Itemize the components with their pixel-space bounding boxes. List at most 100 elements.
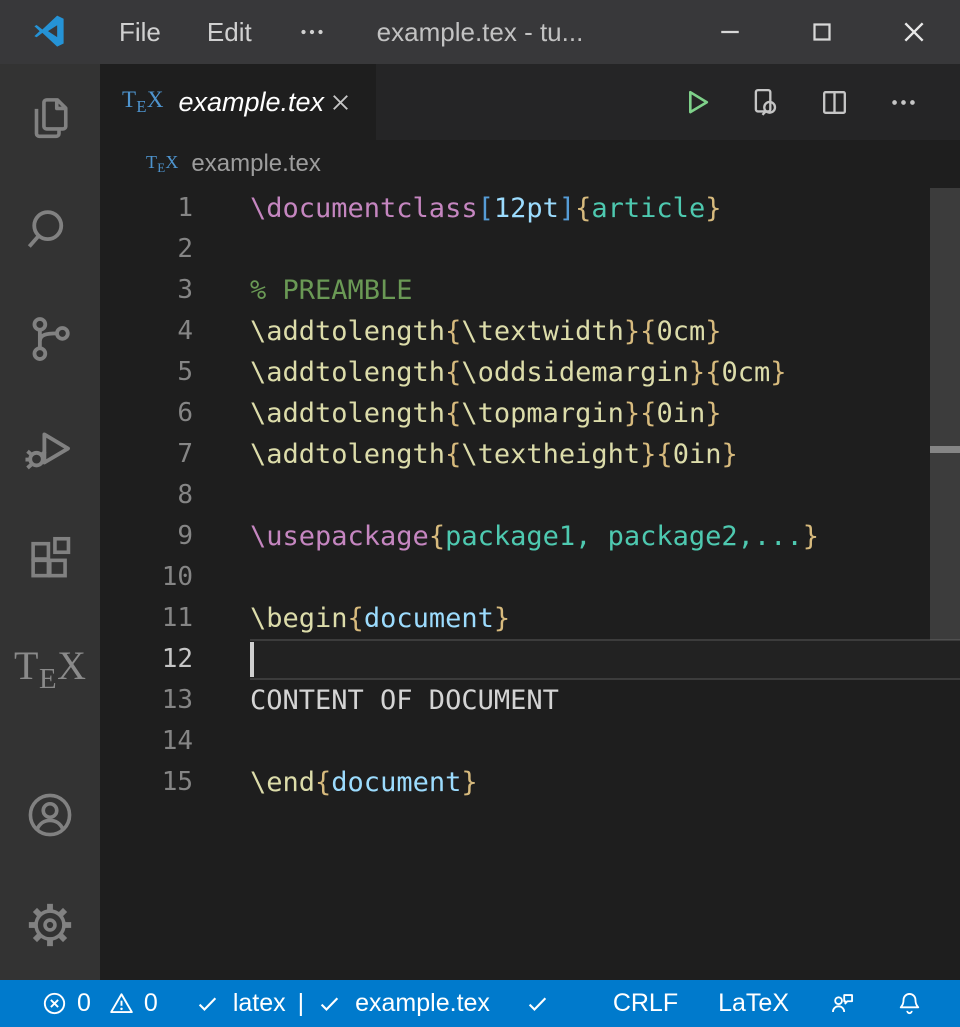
more-actions-icon[interactable] <box>887 86 920 119</box>
sidebar-item-run-debug[interactable] <box>0 394 100 504</box>
code-line[interactable]: 7 \addtolength{\textheight}{0in} <box>100 434 960 475</box>
feedback-icon <box>829 990 856 1017</box>
line-number[interactable]: 4 <box>100 311 193 352</box>
search-icon <box>23 202 77 256</box>
eol-indicator[interactable]: CRLF <box>602 980 689 1027</box>
code-line[interactable]: 15 \end{document} <box>100 762 960 803</box>
line-number[interactable]: 10 <box>100 557 193 598</box>
line-content: % PREAMBLE <box>250 270 413 311</box>
sidebar-item-source-control[interactable] <box>0 284 100 394</box>
tex-icon: TEX <box>14 642 86 695</box>
scrollbar[interactable] <box>930 188 960 980</box>
sidebar-item-accounts[interactable] <box>0 760 100 870</box>
tab-bar: TEX example.tex <box>100 64 960 140</box>
problems-status[interactable]: 0 0 <box>30 980 169 1027</box>
code-line[interactable]: 12 <box>100 639 960 680</box>
code-line[interactable]: 2 <box>100 229 960 270</box>
tex-file-icon: TEX <box>122 87 163 117</box>
line-number[interactable]: 15 <box>100 762 193 803</box>
sidebar-item-explorer[interactable] <box>0 64 100 174</box>
menu-file[interactable]: File <box>96 0 184 64</box>
activity-bar: TEX <box>0 64 100 980</box>
line-number[interactable]: 8 <box>100 475 193 516</box>
line-number[interactable]: 2 <box>100 229 193 270</box>
line-content: \end{document} <box>250 762 478 803</box>
line-content: \addtolength{\textwidth}{0cm} <box>250 311 721 352</box>
files-icon <box>23 92 77 146</box>
breadcrumb-file[interactable]: example.tex <box>191 150 320 178</box>
code-line[interactable]: 8 <box>100 475 960 516</box>
code-editor[interactable]: 1\documentclass[12pt]{article}23 % PREAMB… <box>100 188 960 980</box>
language-mode[interactable]: LaTeX <box>707 980 800 1027</box>
code-line[interactable]: 14 <box>100 721 960 762</box>
title-bar: File Edit example.tex - tu... <box>0 0 960 64</box>
line-content: \addtolength{\textheight}{0in} <box>250 434 738 475</box>
overview-ruler-cursor-marker <box>930 446 960 453</box>
build-status[interactable] <box>513 980 562 1027</box>
line-content: \usepackage{package1, package2,...} <box>250 516 819 557</box>
split-editor-icon[interactable] <box>818 86 851 119</box>
run-build-icon[interactable] <box>680 86 713 119</box>
line-number[interactable]: 13 <box>100 680 193 721</box>
code-line[interactable]: 3 % PREAMBLE <box>100 270 960 311</box>
line-number[interactable]: 9 <box>100 516 193 557</box>
line-number[interactable]: 1 <box>100 188 193 229</box>
close-tab-icon[interactable] <box>327 89 354 116</box>
sidebar-item-latex-workshop[interactable]: TEX <box>0 614 100 724</box>
editor-group: TEX example.tex <box>100 64 960 980</box>
gear-icon <box>23 898 77 952</box>
linter-name: latex <box>233 989 286 1018</box>
breadcrumb[interactable]: TEX example.tex <box>100 140 960 188</box>
text-cursor <box>250 642 254 677</box>
menu-edit[interactable]: Edit <box>184 0 275 64</box>
code-line[interactable]: 13 CONTENT OF DOCUMENT <box>100 680 960 721</box>
code-line[interactable]: 11\begin{document} <box>100 598 960 639</box>
line-content: CONTENT OF DOCUMENT <box>250 680 559 721</box>
code-line[interactable]: 9 \usepackage{package1, package2,...} <box>100 516 960 557</box>
code-line[interactable]: 10 <box>100 557 960 598</box>
editor-actions <box>680 64 960 140</box>
sidebar-item-extensions[interactable] <box>0 504 100 614</box>
warning-icon <box>108 990 135 1017</box>
check-icon <box>524 990 551 1017</box>
line-number[interactable]: 11 <box>100 598 193 639</box>
code-line[interactable]: 6 \addtolength{\topmargin}{0in} <box>100 393 960 434</box>
linter-status[interactable]: latex | example.tex <box>183 980 501 1027</box>
tab-label: example.tex <box>178 87 324 118</box>
view-pdf-preview-icon[interactable] <box>749 86 782 119</box>
source-control-icon <box>23 312 77 366</box>
warning-count: 0 <box>144 989 158 1018</box>
line-number[interactable]: 3 <box>100 270 193 311</box>
error-count: 0 <box>77 989 91 1018</box>
minimize-button[interactable] <box>684 0 776 64</box>
line-number[interactable]: 14 <box>100 721 193 762</box>
bell-icon <box>896 990 923 1017</box>
sidebar-item-settings[interactable] <box>0 870 100 980</box>
scrollbar-slider[interactable] <box>930 188 960 640</box>
line-content: \addtolength{\topmargin}{0in} <box>250 393 721 434</box>
extensions-icon <box>23 532 77 586</box>
linter-file: example.tex <box>355 989 490 1018</box>
line-number[interactable]: 12 <box>100 639 193 680</box>
line-number[interactable]: 6 <box>100 393 193 434</box>
debug-icon <box>23 422 77 476</box>
tex-file-icon: TEX <box>146 152 178 176</box>
maximize-button[interactable] <box>776 0 868 64</box>
line-number[interactable]: 5 <box>100 352 193 393</box>
sidebar-item-search[interactable] <box>0 174 100 284</box>
feedback-item[interactable] <box>818 980 867 1027</box>
vscode-logo-icon <box>32 15 66 49</box>
error-icon <box>41 990 68 1017</box>
code-line[interactable]: 5 \addtolength{\oddsidemargin}{0cm} <box>100 352 960 393</box>
notifications-item[interactable] <box>885 980 934 1027</box>
check-icon <box>194 990 221 1017</box>
close-window-button[interactable] <box>868 0 960 64</box>
status-bar: 0 0 latex | example.tex CRLF LaTeX <box>0 980 960 1027</box>
tab-example-tex[interactable]: TEX example.tex <box>100 64 376 140</box>
code-lines: 1\documentclass[12pt]{article}23 % PREAMB… <box>100 188 960 803</box>
code-line[interactable]: 1\documentclass[12pt]{article} <box>100 188 960 229</box>
menu-overflow-icon[interactable] <box>275 0 349 64</box>
line-content: \addtolength{\oddsidemargin}{0cm} <box>250 352 787 393</box>
code-line[interactable]: 4 \addtolength{\textwidth}{0cm} <box>100 311 960 352</box>
line-number[interactable]: 7 <box>100 434 193 475</box>
